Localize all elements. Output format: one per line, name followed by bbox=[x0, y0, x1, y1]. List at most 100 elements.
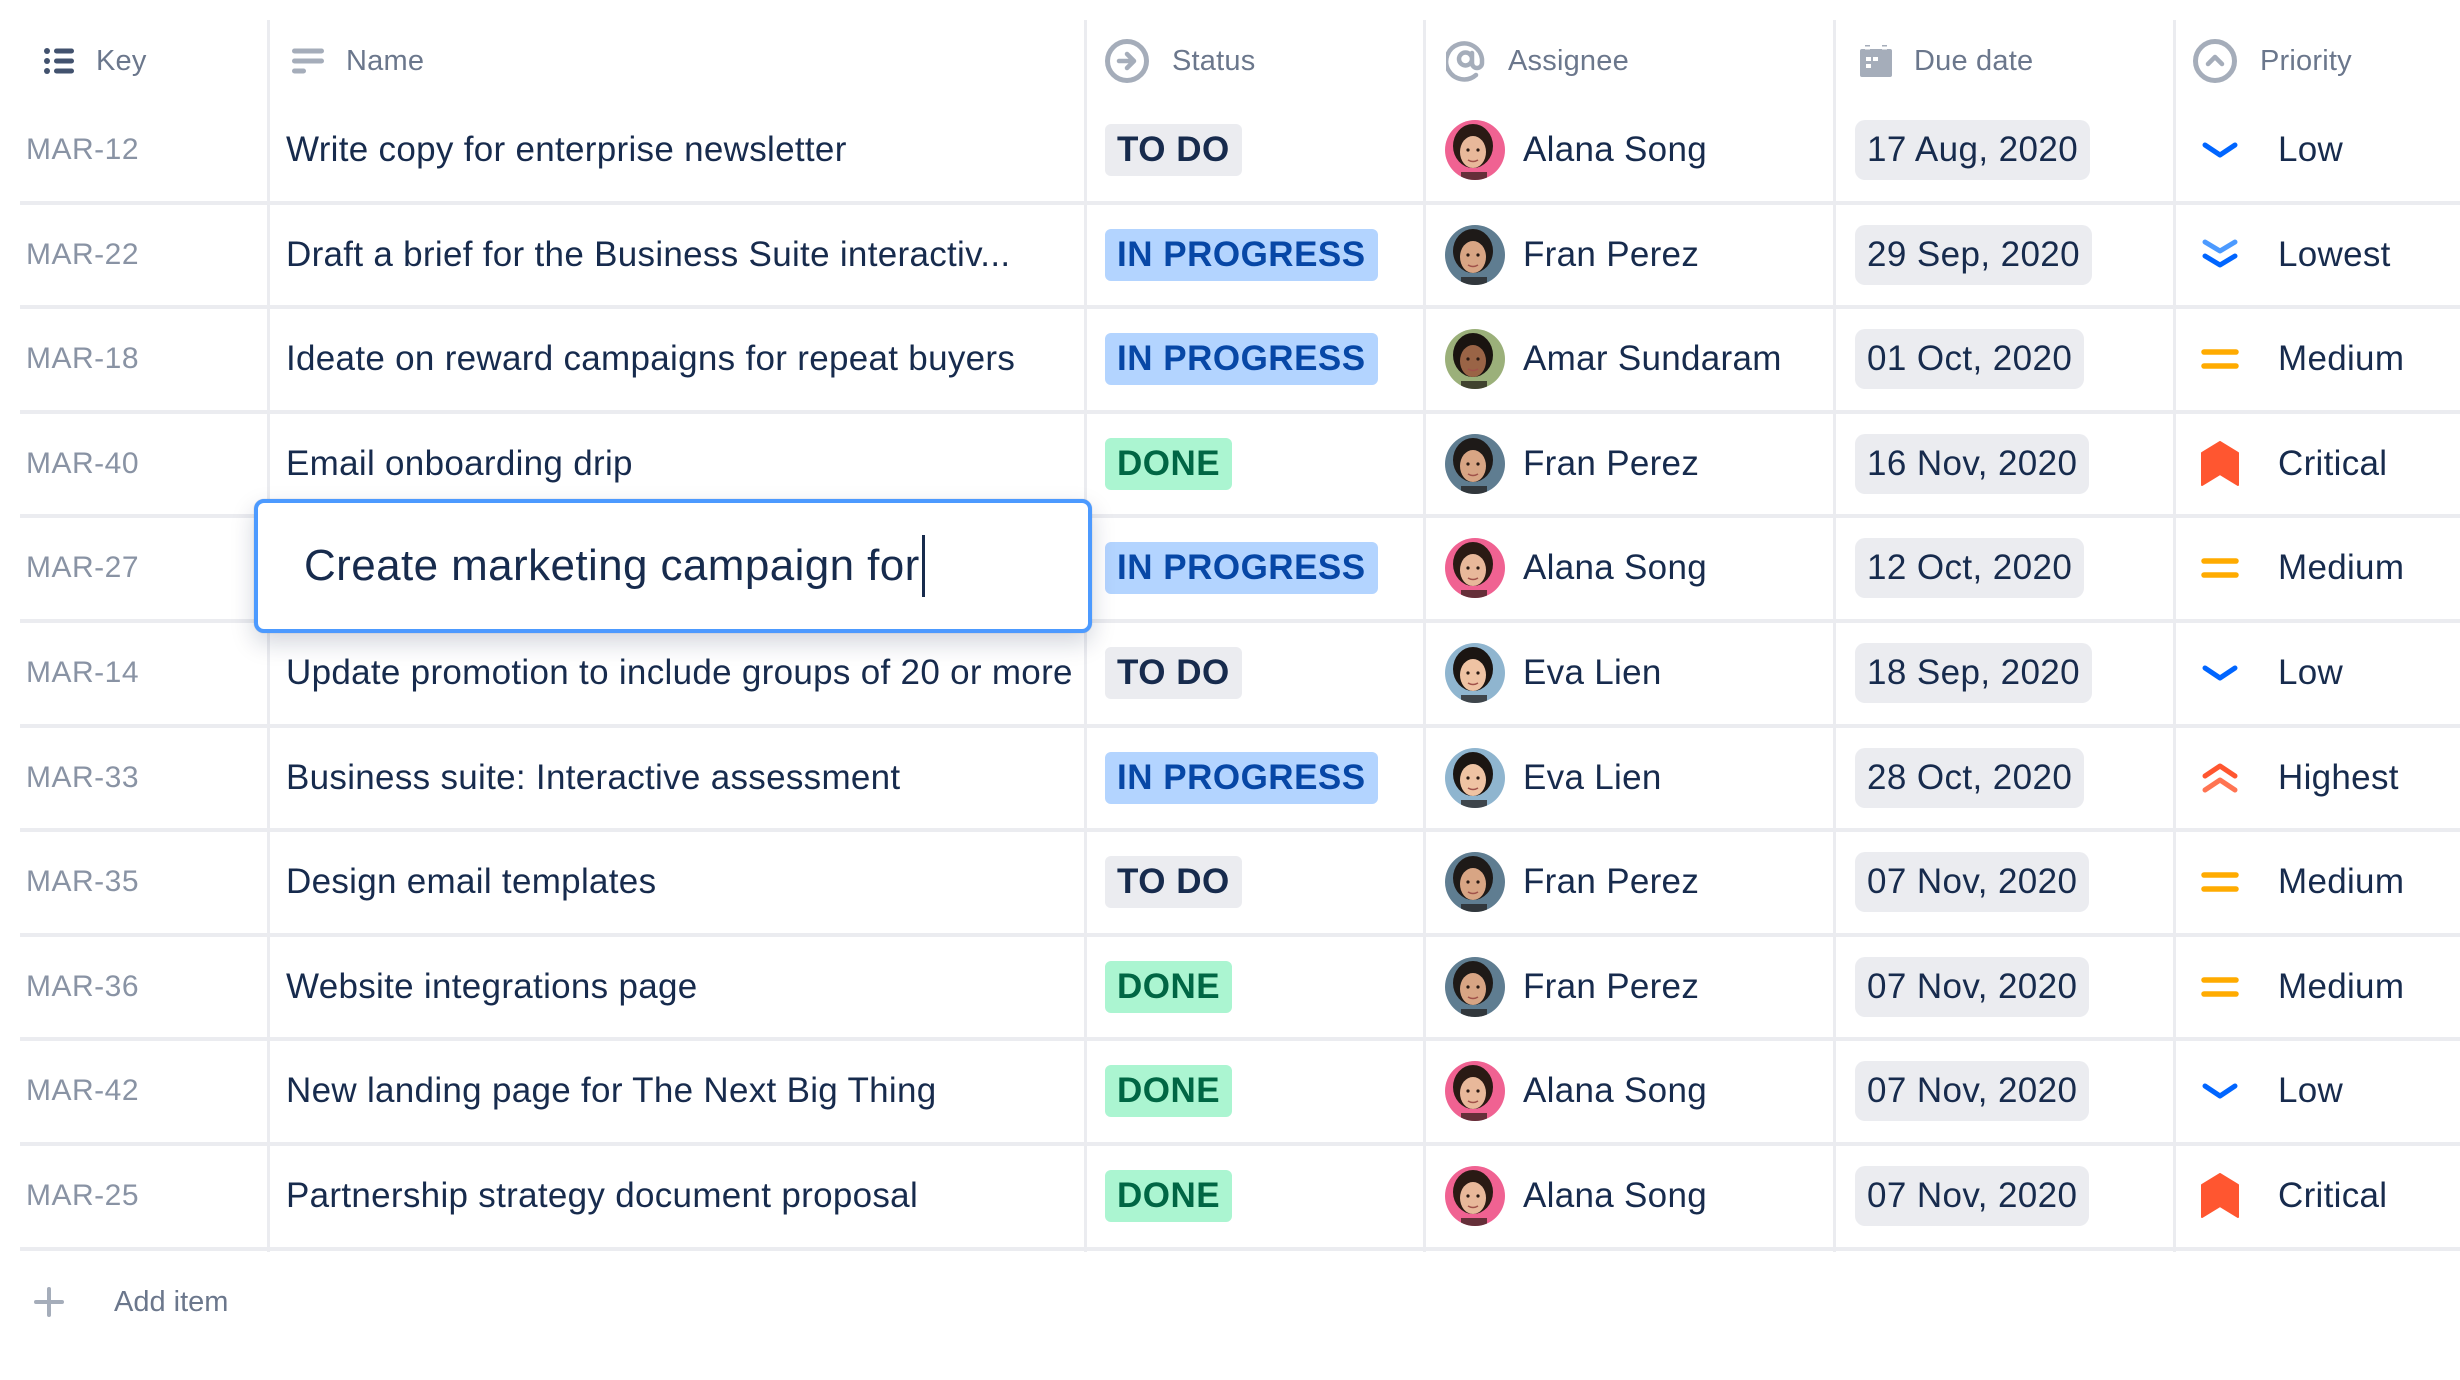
status-badge[interactable]: TO DO bbox=[1105, 124, 1242, 176]
status-badge[interactable]: DONE bbox=[1105, 437, 1233, 490]
key-cell[interactable]: MAR-40 bbox=[26, 414, 256, 514]
issue-key[interactable]: MAR-42 bbox=[26, 1074, 139, 1108]
status-badge[interactable]: IN PROGRESS bbox=[1105, 333, 1378, 386]
issue-name[interactable]: Design email templates bbox=[286, 862, 656, 902]
table-row[interactable]: MAR-18 Ideate on reward campaigns for re… bbox=[20, 309, 2460, 414]
status-badge[interactable]: IN PROGRESS bbox=[1105, 751, 1378, 804]
name-cell[interactable]: Design email templates bbox=[286, 832, 1084, 932]
status-badge[interactable]: DONE bbox=[1105, 1065, 1233, 1118]
due-date-badge[interactable]: 12 Oct, 2020 bbox=[1855, 538, 2085, 599]
status-badge[interactable]: IN PROGRESS bbox=[1105, 542, 1378, 595]
key-cell[interactable]: MAR-42 bbox=[26, 1041, 256, 1141]
assignee-cell[interactable]: Eva Lien bbox=[1445, 623, 1833, 723]
assignee-cell[interactable]: Eva Lien bbox=[1445, 728, 1833, 828]
table-row[interactable]: MAR-25 Partnership strategy document pro… bbox=[20, 1146, 2460, 1251]
status-cell[interactable]: TO DO bbox=[1105, 623, 1423, 723]
table-row[interactable]: MAR-35 Design email templates TO DO Fran… bbox=[20, 832, 2460, 937]
key-cell[interactable]: MAR-33 bbox=[26, 728, 256, 828]
issue-key[interactable]: MAR-12 bbox=[26, 133, 139, 167]
priority-cell[interactable]: Medium bbox=[2200, 832, 2460, 932]
key-cell[interactable]: MAR-12 bbox=[26, 100, 256, 200]
issue-name[interactable]: New landing page for The Next Big Thing bbox=[286, 1071, 937, 1111]
priority-cell[interactable]: Highest bbox=[2200, 728, 2460, 828]
due-date-badge[interactable]: 07 Nov, 2020 bbox=[1855, 852, 2090, 913]
table-row[interactable]: MAR-12 Write copy for enterprise newslet… bbox=[20, 100, 2460, 205]
status-cell[interactable]: DONE bbox=[1105, 414, 1423, 514]
due-date-badge[interactable]: 07 Nov, 2020 bbox=[1855, 956, 2090, 1017]
assignee-cell[interactable]: Fran Perez bbox=[1445, 832, 1833, 932]
issue-name[interactable]: Business suite: Interactive assessment bbox=[286, 758, 900, 798]
status-badge[interactable]: DONE bbox=[1105, 1170, 1233, 1222]
status-cell[interactable]: DONE bbox=[1105, 1041, 1423, 1141]
due-date-cell[interactable]: 07 Nov, 2020 bbox=[1855, 832, 2173, 932]
priority-cell[interactable]: Low bbox=[2200, 100, 2460, 200]
name-edit-input[interactable]: Create marketing campaign for bbox=[254, 499, 1092, 633]
key-cell[interactable]: MAR-36 bbox=[26, 937, 256, 1037]
status-cell[interactable]: IN PROGRESS bbox=[1105, 728, 1423, 828]
priority-cell[interactable]: Medium bbox=[2200, 518, 2460, 618]
priority-cell[interactable]: Critical bbox=[2200, 1146, 2460, 1246]
due-date-badge[interactable]: 07 Nov, 2020 bbox=[1855, 1061, 2090, 1122]
assignee-cell[interactable]: Alana Song bbox=[1445, 100, 1833, 200]
status-cell[interactable]: IN PROGRESS bbox=[1105, 205, 1423, 305]
priority-cell[interactable]: Lowest bbox=[2200, 205, 2460, 305]
issue-name[interactable]: Update promotion to include groups of 20… bbox=[286, 653, 1073, 693]
issue-name[interactable]: Write copy for enterprise newsletter bbox=[286, 130, 847, 170]
issue-key[interactable]: MAR-18 bbox=[26, 342, 139, 376]
table-row[interactable]: MAR-36 Website integrations page DONE Fr… bbox=[20, 937, 2460, 1042]
due-date-cell[interactable]: 07 Nov, 2020 bbox=[1855, 1041, 2173, 1141]
status-cell[interactable]: DONE bbox=[1105, 937, 1423, 1037]
key-cell[interactable]: MAR-14 bbox=[26, 623, 256, 723]
key-cell[interactable]: MAR-18 bbox=[26, 309, 256, 409]
table-row[interactable]: MAR-42 New landing page for The Next Big… bbox=[20, 1041, 2460, 1146]
name-cell[interactable]: New landing page for The Next Big Thing bbox=[286, 1041, 1084, 1141]
table-row[interactable]: MAR-14 Update promotion to include group… bbox=[20, 623, 2460, 728]
issue-name[interactable]: Ideate on reward campaigns for repeat bu… bbox=[286, 339, 1015, 379]
assignee-cell[interactable]: Amar Sundaram bbox=[1445, 309, 1833, 409]
key-cell[interactable]: MAR-27 bbox=[26, 518, 256, 618]
issue-name[interactable]: Draft a brief for the Business Suite int… bbox=[286, 235, 1010, 275]
issue-key[interactable]: MAR-14 bbox=[26, 656, 139, 690]
priority-cell[interactable]: Medium bbox=[2200, 937, 2460, 1037]
add-item-button[interactable]: Add item bbox=[34, 1278, 228, 1326]
due-date-badge[interactable]: 07 Nov, 2020 bbox=[1855, 1166, 2090, 1226]
priority-cell[interactable]: Low bbox=[2200, 623, 2460, 723]
status-cell[interactable]: IN PROGRESS bbox=[1105, 518, 1423, 618]
status-cell[interactable]: TO DO bbox=[1105, 832, 1423, 932]
status-badge[interactable]: TO DO bbox=[1105, 647, 1242, 699]
status-badge[interactable]: DONE bbox=[1105, 960, 1233, 1013]
due-date-cell[interactable]: 18 Sep, 2020 bbox=[1855, 623, 2173, 723]
due-date-cell[interactable]: 29 Sep, 2020 bbox=[1855, 205, 2173, 305]
status-cell[interactable]: TO DO bbox=[1105, 100, 1423, 200]
name-cell[interactable]: Update promotion to include groups of 20… bbox=[286, 623, 1084, 723]
key-cell[interactable]: MAR-25 bbox=[26, 1146, 256, 1246]
status-badge[interactable]: IN PROGRESS bbox=[1105, 228, 1378, 281]
status-badge[interactable]: TO DO bbox=[1105, 856, 1242, 909]
name-cell[interactable]: Ideate on reward campaigns for repeat bu… bbox=[286, 309, 1084, 409]
table-row[interactable]: MAR-22 Draft a brief for the Business Su… bbox=[20, 205, 2460, 310]
priority-cell[interactable]: Low bbox=[2200, 1041, 2460, 1141]
due-date-badge[interactable]: 01 Oct, 2020 bbox=[1855, 329, 2085, 390]
issue-name[interactable]: Email onboarding drip bbox=[286, 444, 633, 484]
due-date-cell[interactable]: 07 Nov, 2020 bbox=[1855, 1146, 2173, 1246]
issue-key[interactable]: MAR-25 bbox=[26, 1179, 139, 1213]
due-date-badge[interactable]: 28 Oct, 2020 bbox=[1855, 747, 2085, 808]
due-date-cell[interactable]: 07 Nov, 2020 bbox=[1855, 937, 2173, 1037]
due-date-badge[interactable]: 16 Nov, 2020 bbox=[1855, 433, 2090, 494]
issue-key[interactable]: MAR-36 bbox=[26, 970, 139, 1004]
name-cell[interactable]: Draft a brief for the Business Suite int… bbox=[286, 205, 1084, 305]
table-row[interactable]: MAR-33 Business suite: Interactive asses… bbox=[20, 728, 2460, 833]
key-cell[interactable]: MAR-22 bbox=[26, 205, 256, 305]
issue-key[interactable]: MAR-35 bbox=[26, 865, 139, 899]
issue-name[interactable]: Partnership strategy document proposal bbox=[286, 1176, 918, 1216]
due-date-badge[interactable]: 29 Sep, 2020 bbox=[1855, 224, 2093, 285]
status-cell[interactable]: IN PROGRESS bbox=[1105, 309, 1423, 409]
priority-cell[interactable]: Critical bbox=[2200, 414, 2460, 514]
status-cell[interactable]: DONE bbox=[1105, 1146, 1423, 1246]
name-cell[interactable]: Write copy for enterprise newsletter bbox=[286, 100, 1084, 200]
due-date-badge[interactable]: 17 Aug, 2020 bbox=[1855, 120, 2091, 180]
due-date-cell[interactable]: 16 Nov, 2020 bbox=[1855, 414, 2173, 514]
due-date-cell[interactable]: 12 Oct, 2020 bbox=[1855, 518, 2173, 618]
due-date-cell[interactable]: 17 Aug, 2020 bbox=[1855, 100, 2173, 200]
issue-key[interactable]: MAR-33 bbox=[26, 761, 139, 795]
